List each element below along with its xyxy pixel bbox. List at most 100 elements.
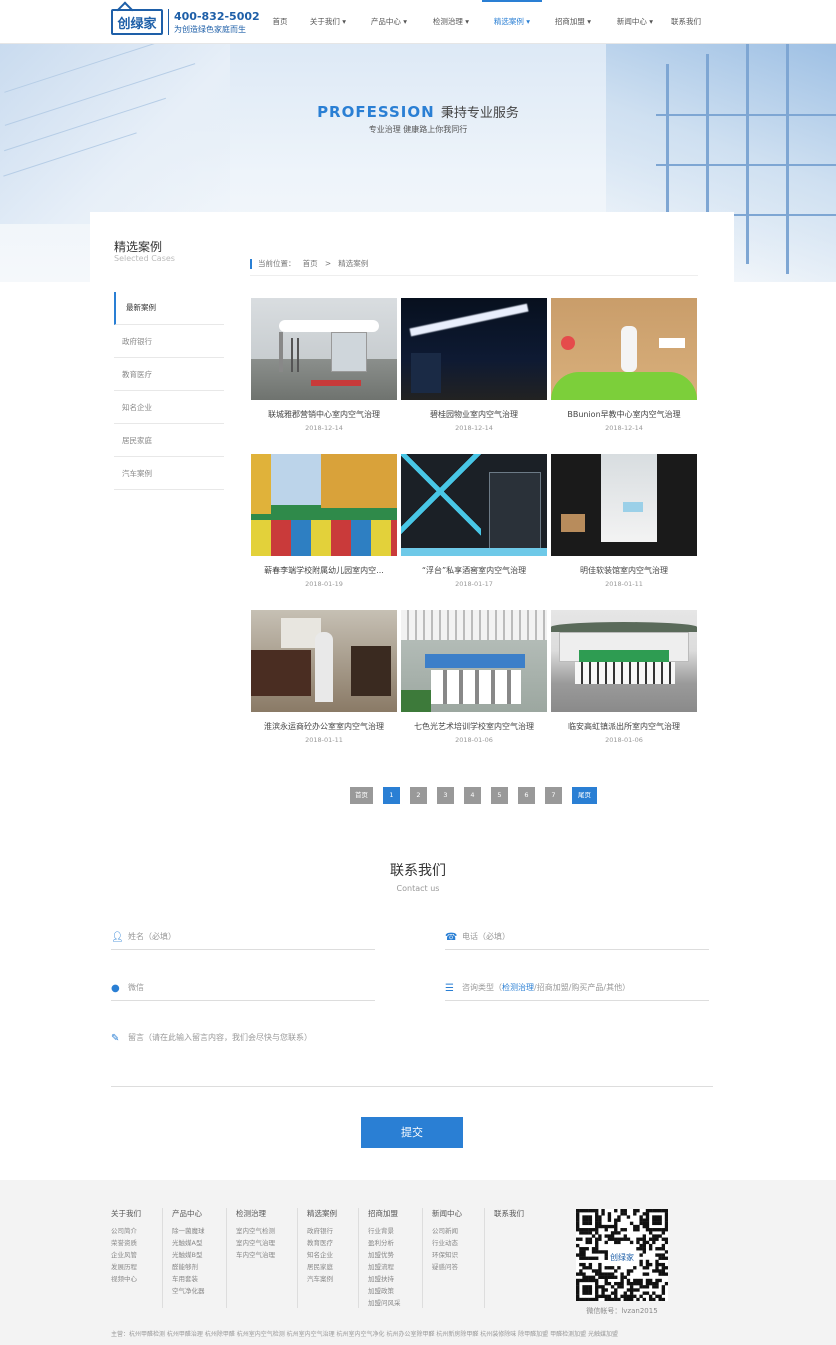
footer-column-title[interactable]: 招商加盟 — [368, 1208, 401, 1219]
logo[interactable]: 创绿家 400-832-5002 为创造绿色家庭而生 — [111, 9, 260, 35]
nav-item-4[interactable]: 精选案例 ▾ — [482, 0, 542, 44]
footer-column-title[interactable]: 关于我们 — [111, 1208, 141, 1219]
page-link-2[interactable]: 2 — [410, 787, 427, 804]
page-link-5[interactable]: 5 — [491, 787, 508, 804]
nav-item-5[interactable]: 招商加盟 ▾ — [542, 0, 604, 44]
footer-link[interactable]: 加盟政策 — [368, 1285, 401, 1297]
footer-link[interactable]: 荣誉资质 — [111, 1237, 141, 1249]
breadcrumb-home[interactable]: 首页 — [303, 259, 318, 268]
footer-column-title[interactable]: 产品中心 — [172, 1208, 205, 1219]
footer-link[interactable]: 行业动态 — [432, 1237, 462, 1249]
page-link-7[interactable]: 7 — [545, 787, 562, 804]
page-link-4[interactable]: 4 — [464, 787, 481, 804]
footer-link[interactable]: 加盟扶持 — [368, 1273, 401, 1285]
footer-link[interactable]: 教育医疗 — [307, 1237, 337, 1249]
case-thumbnail[interactable] — [551, 298, 697, 400]
case-thumbnail[interactable] — [401, 610, 547, 712]
case-card[interactable]: 临安高虹镇派出所室内空气治理 2018-01-06 — [551, 610, 697, 744]
wechat-input[interactable]: ● 微信 — [111, 981, 375, 1001]
case-thumbnail[interactable] — [251, 610, 397, 712]
page-link-1[interactable]: 1 — [383, 787, 400, 804]
footer-link[interactable]: 车用套装 — [172, 1273, 205, 1285]
submit-button[interactable]: 提交 — [361, 1117, 463, 1148]
footer-link[interactable]: 行业背景 — [368, 1225, 401, 1237]
sidebar-item-4[interactable]: 居民家庭 — [114, 424, 224, 457]
case-title[interactable]: BBunion早教中心室内空气治理 — [551, 409, 697, 420]
footer-link[interactable]: 视频中心 — [111, 1273, 141, 1285]
nav-item-7[interactable]: 联系我们 — [666, 0, 706, 44]
nav-item-6[interactable]: 新闻中心 ▾ — [604, 0, 666, 44]
page-link-6[interactable]: 6 — [518, 787, 535, 804]
footer-link[interactable]: 盈利分析 — [368, 1237, 401, 1249]
footer-link[interactable]: 醛能够剂 — [172, 1261, 205, 1273]
footer-link[interactable]: 加盟问风采 — [368, 1297, 401, 1309]
footer-link[interactable]: 室内空气治理 — [236, 1237, 275, 1249]
nav-item-0[interactable]: 首页 — [262, 0, 298, 44]
case-card[interactable]: “浮台”私享酒窖室内空气治理 2018-01-17 — [401, 454, 547, 588]
inquiry-type-select[interactable]: ☰ 咨询类型（检测治理/招商加盟/购买产品/其他） — [445, 981, 709, 1001]
page-link-0[interactable]: 首页 — [350, 787, 373, 804]
case-title[interactable]: 淮滨永运商砼办公室室内空气治理 — [251, 721, 397, 732]
nav-item-3[interactable]: 检测治理 ▾ — [420, 0, 482, 44]
case-card[interactable]: 明佳软装馆室内空气治理 2018-01-11 — [551, 454, 697, 588]
footer-link[interactable]: 加盟优势 — [368, 1249, 401, 1261]
case-title[interactable]: 七色光艺术培训学校室内空气治理 — [401, 721, 547, 732]
footer-column-title[interactable]: 新闻中心 — [432, 1208, 462, 1219]
case-thumbnail[interactable] — [251, 298, 397, 400]
footer-link[interactable]: 光触媒B型 — [172, 1249, 205, 1261]
footer-link[interactable]: 空气净化器 — [172, 1285, 205, 1297]
footer-link[interactable]: 室内空气检测 — [236, 1225, 275, 1237]
case-title[interactable]: 蕲春李端学校附属幼儿园室内空... — [251, 565, 397, 576]
user-icon: 👤︎ — [111, 932, 124, 943]
case-thumbnail[interactable] — [401, 454, 547, 556]
footer-link[interactable]: 汽车案例 — [307, 1273, 337, 1285]
footer-keywords: 主营：杭州甲醛检测 杭州甲醛治理 杭州除甲醛 杭州室内空气检测 杭州室内空气治理… — [111, 1331, 618, 1338]
sidebar-item-1[interactable]: 政府银行 — [114, 325, 224, 358]
sidebar-item-0[interactable]: 最新案例 — [114, 292, 224, 325]
footer-link[interactable]: 环保知识 — [432, 1249, 462, 1261]
nav-item-2[interactable]: 产品中心 ▾ — [358, 0, 420, 44]
case-thumbnail[interactable] — [251, 454, 397, 556]
footer-link[interactable]: 居民家庭 — [307, 1261, 337, 1273]
banner-title: PROFESSION 秉持专业服务 — [317, 103, 519, 121]
phone-input[interactable]: ☎ 电话（必填） — [445, 930, 709, 950]
footer-link[interactable]: 加盟流程 — [368, 1261, 401, 1273]
footer-link[interactable]: 公司新闻 — [432, 1225, 462, 1237]
case-title[interactable]: 碧桂园物业室内空气治理 — [401, 409, 547, 420]
sidebar-item-5[interactable]: 汽车案例 — [114, 457, 224, 490]
footer-column-title[interactable]: 联系我们 — [494, 1208, 524, 1219]
case-thumbnail[interactable] — [551, 454, 697, 556]
caret-down-icon: ▾ — [339, 17, 347, 26]
case-card[interactable]: 七色光艺术培训学校室内空气治理 2018-01-06 — [401, 610, 547, 744]
case-title[interactable]: 联城雅郡营销中心室内空气治理 — [251, 409, 397, 420]
footer-link[interactable]: 车内空气治理 — [236, 1249, 275, 1261]
footer-column-title[interactable]: 精选案例 — [307, 1208, 337, 1219]
case-card[interactable]: BBunion早教中心室内空气治理 2018-12-14 — [551, 298, 697, 432]
footer-link[interactable]: 发展历程 — [111, 1261, 141, 1273]
case-card[interactable]: 碧桂园物业室内空气治理 2018-12-14 — [401, 298, 547, 432]
case-card[interactable]: 淮滨永运商砼办公室室内空气治理 2018-01-11 — [251, 610, 397, 744]
case-title[interactable]: 明佳软装馆室内空气治理 — [551, 565, 697, 576]
case-title[interactable]: “浮台”私享酒窖室内空气治理 — [401, 565, 547, 576]
case-title[interactable]: 临安高虹镇派出所室内空气治理 — [551, 721, 697, 732]
footer-divider — [358, 1208, 359, 1308]
footer-column-title[interactable]: 检测治理 — [236, 1208, 275, 1219]
message-textarea[interactable]: ✎ 留言（请在此输入留言内容，我们会尽快与您联系） — [111, 1031, 713, 1087]
footer-link[interactable]: 除一菌魔球 — [172, 1225, 205, 1237]
footer-link[interactable]: 知名企业 — [307, 1249, 337, 1261]
nav-item-1[interactable]: 关于我们 ▾ — [298, 0, 358, 44]
page-link-3[interactable]: 3 — [437, 787, 454, 804]
footer-link[interactable]: 企业风管 — [111, 1249, 141, 1261]
footer-link[interactable]: 光触媒A型 — [172, 1237, 205, 1249]
case-card[interactable]: 联城雅郡营销中心室内空气治理 2018-12-14 — [251, 298, 397, 432]
footer-link[interactable]: 疑惑问答 — [432, 1261, 462, 1273]
case-thumbnail[interactable] — [401, 298, 547, 400]
footer-link[interactable]: 政府银行 — [307, 1225, 337, 1237]
case-thumbnail[interactable] — [551, 610, 697, 712]
sidebar-item-3[interactable]: 知名企业 — [114, 391, 224, 424]
page-link-8[interactable]: 尾页 — [572, 787, 597, 804]
name-input[interactable]: 👤︎ 姓名（必填） — [111, 930, 375, 950]
footer-link[interactable]: 公司简介 — [111, 1225, 141, 1237]
case-card[interactable]: 蕲春李端学校附属幼儿园室内空... 2018-01-19 — [251, 454, 397, 588]
sidebar-item-2[interactable]: 教育医疗 — [114, 358, 224, 391]
